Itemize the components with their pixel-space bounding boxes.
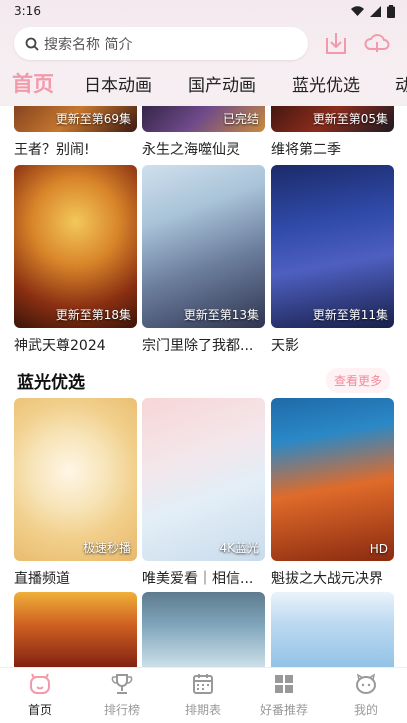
tab-chinese-anime[interactable]: 国产动画 bbox=[188, 71, 256, 96]
trophy-icon bbox=[111, 674, 133, 694]
cloud-icon[interactable] bbox=[363, 29, 391, 57]
episode-badge: 更新至第11集 bbox=[312, 308, 388, 322]
anime-card[interactable]: 更新至第11集 天影 bbox=[271, 165, 394, 355]
search-icon bbox=[25, 37, 39, 51]
anime-title: 神武天尊2024 bbox=[14, 338, 106, 354]
nav-ranking[interactable]: 排行榜 bbox=[92, 672, 152, 718]
tab-bluray[interactable]: 蓝光优选 bbox=[292, 71, 360, 96]
profile-icon bbox=[356, 673, 376, 694]
tab-more[interactable]: 动 bbox=[395, 71, 407, 96]
anime-title: 魁拔之大战元决界 bbox=[271, 571, 383, 587]
anime-card[interactable]: 更新至第05集 维将第二季 bbox=[271, 106, 394, 159]
anime-cover bbox=[142, 592, 265, 667]
anime-card[interactable]: HD 魁拔之大战元决界 bbox=[271, 398, 394, 588]
anime-title: 维将第二季 bbox=[271, 142, 341, 158]
anime-cover: 4K蓝光 bbox=[142, 398, 265, 561]
anime-cover bbox=[14, 592, 137, 667]
status-time: 3:16 bbox=[14, 4, 41, 18]
anime-title: 王者？别闹! bbox=[14, 142, 90, 158]
anime-title: 天影 bbox=[271, 338, 299, 354]
anime-title: 宗门里除了我都... bbox=[142, 338, 254, 354]
nav-label: 我的 bbox=[353, 703, 378, 717]
episode-badge: 更新至第13集 bbox=[183, 308, 259, 322]
content-scroll[interactable]: 更新至第69集 王者？别闹! 已完结 永生之海噬仙灵 更新至第05集 维将第二季… bbox=[0, 106, 407, 667]
tab-home[interactable]: 首页 bbox=[12, 68, 54, 98]
anime-cover: HD bbox=[271, 398, 394, 561]
app-screen: 更新至第69集 王者？别闹! 已完结 永生之海噬仙灵 更新至第05集 维将第二季… bbox=[0, 0, 407, 723]
nav-label: 首页 bbox=[27, 703, 52, 717]
anime-title: 直播频道 bbox=[14, 571, 70, 587]
quality-badge: 极速秒播 bbox=[82, 541, 131, 555]
anime-card[interactable]: 4K蓝光 唯美爱看｜相信... bbox=[142, 398, 265, 588]
anime-card[interactable]: 更新至第13集 宗门里除了我都... bbox=[142, 165, 265, 355]
status-bar: 3:16 bbox=[0, 0, 407, 24]
home-icon bbox=[30, 673, 50, 694]
anime-title: 永生之海噬仙灵 bbox=[142, 142, 240, 158]
anime-cover: 已完结 bbox=[142, 106, 265, 132]
anime-card[interactable]: 更新至第69集 王者？别闹! bbox=[14, 106, 137, 159]
anime-card[interactable]: 极速秒播 直播频道 bbox=[14, 398, 137, 588]
anime-cover: 更新至第05集 bbox=[271, 106, 394, 132]
anime-card[interactable] bbox=[14, 592, 137, 667]
battery-icon bbox=[387, 5, 395, 18]
anime-cover bbox=[271, 592, 394, 667]
nav-profile[interactable]: 我的 bbox=[336, 672, 396, 718]
anime-title: 唯美爱看｜相信... bbox=[142, 571, 254, 587]
quality-badge: HD bbox=[369, 542, 388, 556]
anime-cover: 极速秒播 bbox=[14, 398, 137, 561]
nav-home[interactable]: 首页 bbox=[10, 672, 70, 718]
category-tabs: 首页 日本动画 国产动画 蓝光优选 动 bbox=[0, 64, 407, 104]
nav-schedule[interactable]: 排期表 bbox=[173, 672, 233, 718]
download-icon[interactable] bbox=[322, 29, 350, 57]
see-more-button[interactable]: 查看更多 bbox=[325, 368, 390, 393]
anime-card[interactable] bbox=[271, 592, 394, 667]
section-title: 蓝光优选 bbox=[17, 373, 85, 393]
search-placeholder: 搜索名称 简介 bbox=[44, 36, 133, 53]
anime-card[interactable]: 更新至第18集 神武天尊2024 bbox=[14, 165, 137, 355]
anime-card[interactable]: 已完结 永生之海噬仙灵 bbox=[142, 106, 265, 159]
status-icons bbox=[351, 5, 395, 18]
top-header: 3:16 搜索名称 简介 首页 日本动画 国产动画 蓝光优选 动 bbox=[0, 0, 407, 106]
episode-badge: 已完结 bbox=[222, 112, 259, 126]
nav-label: 排期表 bbox=[184, 703, 221, 717]
wifi-icon bbox=[351, 6, 364, 16]
episode-badge: 更新至第05集 bbox=[312, 112, 388, 126]
nav-label: 排行榜 bbox=[103, 703, 140, 717]
episode-badge: 更新至第18集 bbox=[55, 308, 131, 322]
tab-japanese-anime[interactable]: 日本动画 bbox=[84, 71, 152, 96]
anime-card[interactable] bbox=[142, 592, 265, 667]
signal-icon bbox=[370, 6, 381, 17]
grid-icon bbox=[275, 675, 293, 693]
bottom-nav: 首页 排行榜 排期表 好番推荐 我的 bbox=[0, 667, 407, 723]
nav-label: 好番推荐 bbox=[259, 703, 308, 717]
anime-cover: 更新至第13集 bbox=[142, 165, 265, 328]
nav-recommend[interactable]: 好番推荐 bbox=[254, 672, 314, 718]
anime-cover: 更新至第18集 bbox=[14, 165, 137, 328]
search-bar[interactable]: 搜索名称 简介 bbox=[14, 27, 308, 60]
calendar-icon bbox=[193, 674, 213, 694]
quality-badge: 4K蓝光 bbox=[219, 541, 259, 555]
episode-badge: 更新至第69集 bbox=[55, 112, 131, 126]
anime-cover: 更新至第11集 bbox=[271, 165, 394, 328]
anime-cover: 更新至第69集 bbox=[14, 106, 137, 132]
